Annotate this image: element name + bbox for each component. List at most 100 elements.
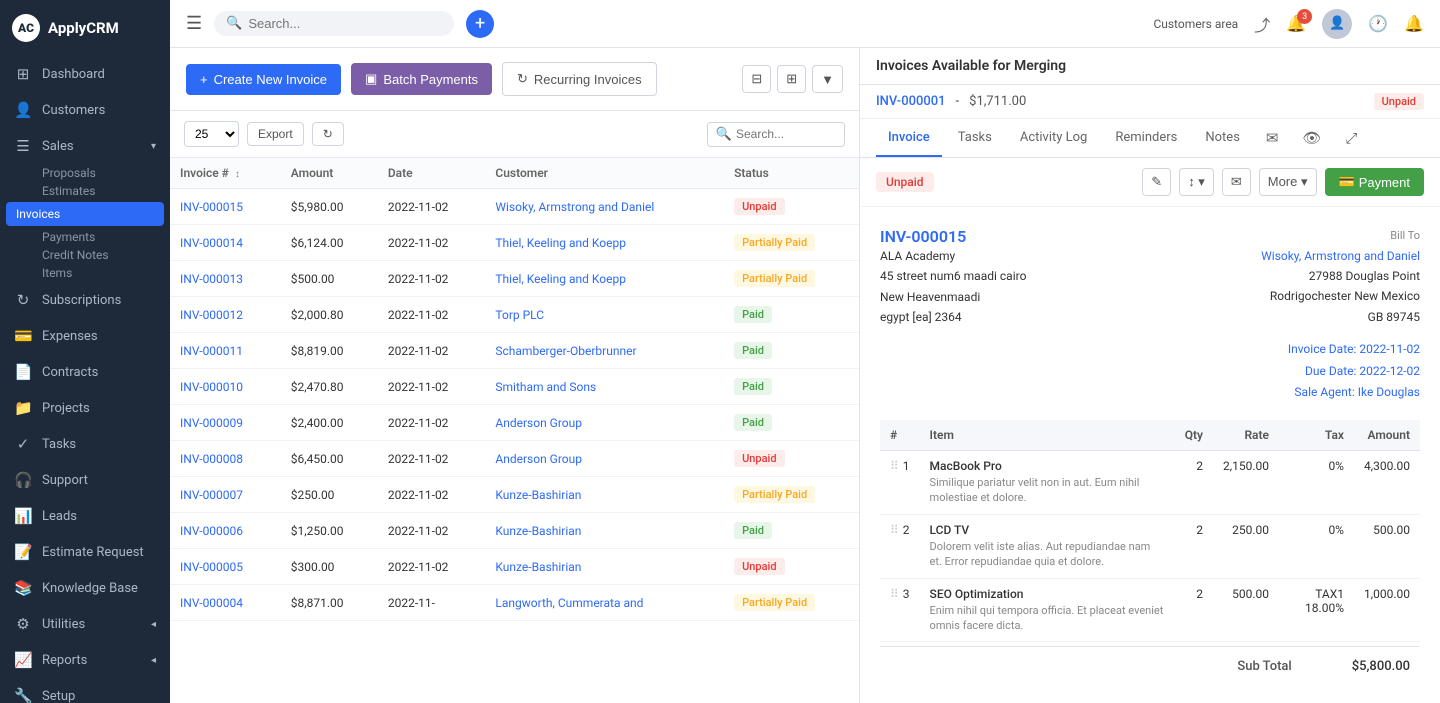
envelope-icon[interactable]: ✉ <box>1256 119 1289 157</box>
bell-icon[interactable]: 🔔 <box>1404 14 1424 33</box>
tab-invoice[interactable]: Invoice <box>876 120 942 157</box>
customer-link[interactable]: Wisoky, Armstrong and Daniel <box>495 200 654 214</box>
more-button[interactable]: More ▾ <box>1259 168 1317 196</box>
sidebar-item-tasks[interactable]: ✓ Tasks <box>0 426 170 462</box>
table-row[interactable]: INV-000007 $250.00 2022-11-02 Kunze-Bash… <box>170 477 859 513</box>
table-row[interactable]: INV-000012 $2,000.80 2022-11-02 Torp PLC… <box>170 297 859 333</box>
col-customer[interactable]: Customer <box>485 158 724 189</box>
col-amount[interactable]: Amount <box>281 158 378 189</box>
sidebar-item-invoices[interactable]: Invoices <box>6 202 164 226</box>
item-tax: 0% <box>1279 514 1354 578</box>
table-row[interactable]: INV-000008 $6,450.00 2022-11-02 Anderson… <box>170 441 859 477</box>
sidebar-item-expenses[interactable]: 💳 Expenses <box>0 318 170 354</box>
menu-toggle[interactable]: ☰ <box>186 13 202 34</box>
recurring-invoices-button[interactable]: ↻ Recurring Invoices <box>502 62 657 96</box>
customer-link[interactable]: Thiel, Keeling and Koepp <box>495 272 626 286</box>
search-input[interactable] <box>248 16 408 31</box>
sidebar-item-estimates[interactable]: Estimates <box>0 182 170 200</box>
table-row[interactable]: INV-000013 $500.00 2022-11-02 Thiel, Kee… <box>170 261 859 297</box>
sidebar-item-contracts[interactable]: 📄 Contracts <box>0 354 170 390</box>
customer-link[interactable]: Anderson Group <box>495 452 582 466</box>
col-status[interactable]: Status <box>724 158 859 189</box>
sidebar-item-payments[interactable]: Payments <box>0 228 170 246</box>
customer-link[interactable]: Schamberger-Oberbrunner <box>495 344 636 358</box>
sidebar-item-estimate-request[interactable]: 📝 Estimate Request <box>0 534 170 570</box>
tab-activity-log[interactable]: Activity Log <box>1008 120 1100 157</box>
invoice-link[interactable]: INV-000005 <box>180 560 243 574</box>
invoice-link[interactable]: INV-000013 <box>180 272 243 286</box>
customer-link[interactable]: Kunze-Bashirian <box>495 488 581 502</box>
table-row[interactable]: INV-000011 $8,819.00 2022-11-02 Schamber… <box>170 333 859 369</box>
tab-notes[interactable]: Notes <box>1193 120 1252 157</box>
table-row[interactable]: INV-000005 $300.00 2022-11-02 Kunze-Bash… <box>170 549 859 585</box>
invoice-link[interactable]: INV-000015 <box>180 200 243 214</box>
invoice-link[interactable]: INV-000006 <box>180 524 243 538</box>
customer-link[interactable]: Torp PLC <box>495 308 544 322</box>
export-button[interactable]: Export <box>247 122 304 146</box>
customer-link[interactable]: Anderson Group <box>495 416 582 430</box>
share-icon[interactable]: ⤴ <box>1254 12 1270 36</box>
sidebar-item-credit-notes[interactable]: Credit Notes <box>0 246 170 264</box>
eye-icon[interactable]: 👁 <box>1292 119 1331 157</box>
merge-invoice-link[interactable]: INV-000001 <box>876 94 946 109</box>
invoice-link[interactable]: INV-000010 <box>180 380 243 394</box>
table-row[interactable]: INV-000010 $2,470.80 2022-11-02 Smitham … <box>170 369 859 405</box>
customer-link[interactable]: Smitham and Sons <box>495 380 596 394</box>
sidebar-item-dashboard[interactable]: ⊞ Dashboard <box>0 56 170 92</box>
invoice-link[interactable]: INV-000004 <box>180 596 243 610</box>
email-button[interactable]: ✉ <box>1222 168 1251 196</box>
tab-reminders[interactable]: Reminders <box>1103 120 1189 157</box>
from-city: New Heavenmaadi <box>880 287 1026 307</box>
sidebar-item-setup[interactable]: 🔧 Setup <box>0 678 170 703</box>
tab-tasks[interactable]: Tasks <box>946 120 1004 157</box>
col-date[interactable]: Date <box>378 158 486 189</box>
customer-link[interactable]: Kunze-Bashirian <box>495 524 581 538</box>
invoice-link[interactable]: INV-000011 <box>180 344 243 358</box>
add-button[interactable]: + <box>466 10 494 38</box>
table-row[interactable]: INV-000009 $2,400.00 2022-11-02 Anderson… <box>170 405 859 441</box>
table-search-input[interactable] <box>736 127 836 141</box>
payment-button[interactable]: 💳 Payment <box>1325 168 1425 196</box>
sidebar-item-utilities[interactable]: ⚙ Utilities ◂ <box>0 606 170 642</box>
invoice-link[interactable]: INV-000012 <box>180 308 243 322</box>
sidebar-item-items[interactable]: Items <box>0 264 170 282</box>
expand-icon[interactable]: ⤢ <box>1336 119 1368 157</box>
from-country: egypt [ea] 2364 <box>880 307 1026 327</box>
customer-link[interactable]: Thiel, Keeling and Koepp <box>495 236 626 250</box>
invoice-link[interactable]: INV-000009 <box>180 416 243 430</box>
invoice-amount: $5,980.00 <box>281 189 378 225</box>
notifications-icon[interactable]: 🔔 3 <box>1286 14 1306 33</box>
sidebar-item-support[interactable]: 🎧 Support <box>0 462 170 498</box>
create-invoice-button[interactable]: + Create New Invoice <box>186 64 341 95</box>
filter-button[interactable]: ▼ <box>812 65 843 93</box>
batch-payments-button[interactable]: ▣ Batch Payments <box>351 63 492 95</box>
sidebar-item-sales[interactable]: ☰ Sales ▾ <box>0 128 170 164</box>
app-logo[interactable]: AC ApplyCRM <box>0 0 170 56</box>
sidebar-item-proposals[interactable]: Proposals <box>0 164 170 182</box>
edit-button[interactable]: ✎ <box>1142 168 1171 196</box>
sidebar-item-leads[interactable]: 📊 Leads <box>0 498 170 534</box>
grid-view-button[interactable]: ⊞ <box>777 65 806 93</box>
sidebar-item-subscriptions[interactable]: ↻ Subscriptions <box>0 282 170 318</box>
table-row[interactable]: INV-000006 $1,250.00 2022-11-02 Kunze-Ba… <box>170 513 859 549</box>
sidebar-item-knowledge-base[interactable]: 📚 Knowledge Base <box>0 570 170 606</box>
avatar[interactable]: 👤 <box>1322 9 1352 39</box>
collapse-button[interactable]: ⊟ <box>742 65 771 93</box>
table-row[interactable]: INV-000004 $8,871.00 2022-11- Langworth,… <box>170 585 859 621</box>
customer-link[interactable]: Langworth, Cummerata and <box>495 596 643 610</box>
table-row[interactable]: INV-000014 $6,124.00 2022-11-02 Thiel, K… <box>170 225 859 261</box>
sidebar-item-reports[interactable]: 📈 Reports ◂ <box>0 642 170 678</box>
dropdown-button[interactable]: ↕ ▾ <box>1179 168 1214 196</box>
invoice-link[interactable]: INV-000014 <box>180 236 243 250</box>
table-row[interactable]: INV-000015 $5,980.00 2022-11-02 Wisoky, … <box>170 189 859 225</box>
invoice-date: 2022-11-02 <box>378 261 486 297</box>
customer-link[interactable]: Kunze-Bashirian <box>495 560 581 574</box>
col-invoice-num[interactable]: Invoice # ↕ <box>170 158 281 189</box>
invoice-link[interactable]: INV-000008 <box>180 452 243 466</box>
clock-icon[interactable]: 🕐 <box>1368 14 1388 33</box>
sidebar-item-customers[interactable]: 👤 Customers <box>0 92 170 128</box>
sidebar-item-projects[interactable]: 📁 Projects <box>0 390 170 426</box>
invoice-link[interactable]: INV-000007 <box>180 488 243 502</box>
per-page-select[interactable]: 25 50 100 <box>184 121 239 147</box>
refresh-button[interactable]: ↻ <box>312 122 344 146</box>
